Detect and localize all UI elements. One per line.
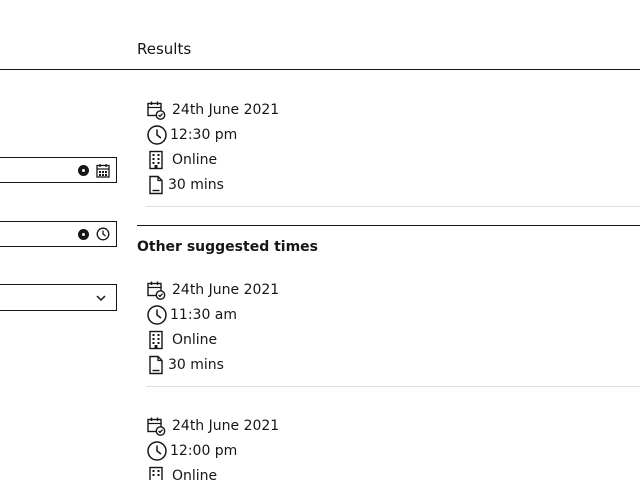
- suggestion-date-row: 24th June 2021: [146, 415, 279, 437]
- calendar-check-icon: [147, 417, 166, 436]
- results-divider: [0, 69, 640, 70]
- select-dropdown[interactable]: [0, 284, 117, 311]
- suggestion-time-row: 12:00 pm: [146, 440, 237, 462]
- result-duration-row: 30 mins: [146, 174, 224, 196]
- suggestion-duration-row: 30 mins: [146, 354, 224, 376]
- document-icon: [149, 355, 163, 375]
- time-picker-field[interactable]: [0, 221, 117, 247]
- suggestion-time-row: 11:30 am: [146, 304, 237, 326]
- building-icon: [149, 150, 163, 170]
- result-duration: 30 mins: [168, 177, 224, 193]
- suggestions-divider: [137, 225, 640, 226]
- calendar-check-icon: [147, 281, 166, 300]
- result-time: 12:30 pm: [170, 127, 238, 143]
- clock-icon[interactable]: [96, 227, 110, 241]
- result-location: Online: [172, 152, 218, 168]
- suggestion-time: 12:00 pm: [170, 443, 238, 459]
- date-picker-field[interactable]: [0, 157, 117, 183]
- result-location-row: Online: [146, 149, 217, 171]
- chevron-down-icon[interactable]: [95, 293, 107, 303]
- document-icon: [149, 175, 163, 195]
- suggestion-card[interactable]: 24th June 2021 12:00 pm Online: [146, 413, 640, 480]
- building-icon: [149, 466, 163, 480]
- result-time-row: 12:30 pm: [146, 124, 237, 146]
- result-date-row: 24th June 2021: [146, 99, 279, 121]
- suggestion-location-row: Online: [146, 329, 217, 351]
- clock-icon: [147, 125, 167, 145]
- suggestion-time: 11:30 am: [170, 307, 238, 323]
- suggestion-date: 24th June 2021: [172, 282, 280, 298]
- calendar-icon[interactable]: [96, 163, 110, 178]
- clock-icon: [147, 305, 167, 325]
- suggestion-card[interactable]: 24th June 2021 11:30 am Online 30 mins: [146, 277, 640, 387]
- calendar-check-icon: [147, 101, 166, 120]
- primary-result-card[interactable]: 24th June 2021 12:30 pm Online 30 mins: [146, 97, 640, 207]
- suggestion-date-row: 24th June 2021: [146, 279, 279, 301]
- clock-icon: [147, 441, 167, 461]
- suggestion-location-row: Online: [146, 465, 217, 480]
- other-suggested-times-title: Other suggested times: [137, 239, 318, 255]
- suggestion-location: Online: [172, 332, 218, 348]
- clear-time-icon[interactable]: [78, 229, 89, 240]
- results-title: Results: [137, 40, 192, 58]
- result-date: 24th June 2021: [172, 102, 280, 118]
- suggestion-duration: 30 mins: [168, 357, 224, 373]
- suggestion-location: Online: [172, 468, 218, 480]
- building-icon: [149, 330, 163, 350]
- suggestion-date: 24th June 2021: [172, 418, 280, 434]
- clear-date-icon[interactable]: [78, 165, 89, 176]
